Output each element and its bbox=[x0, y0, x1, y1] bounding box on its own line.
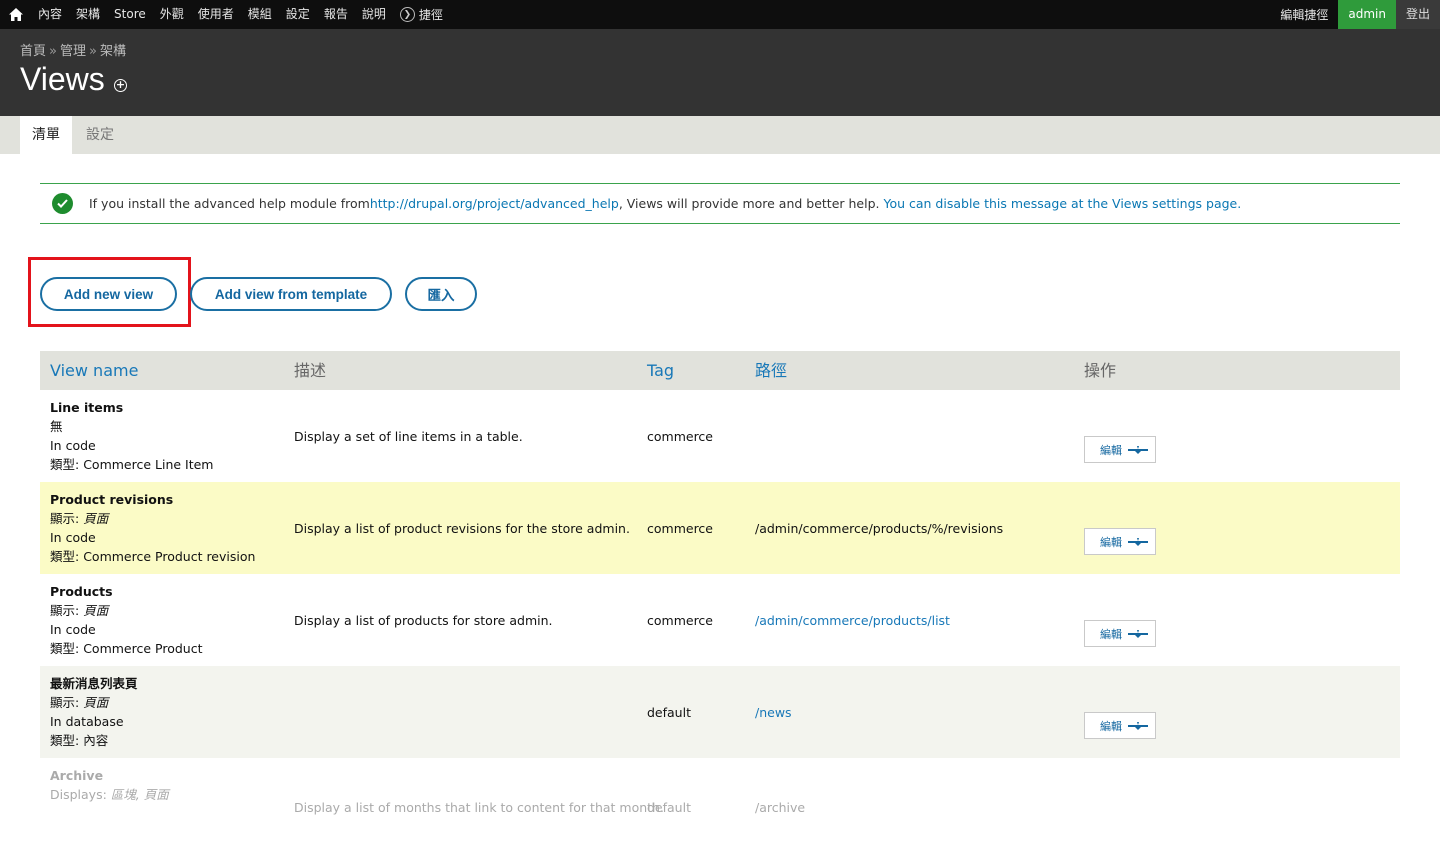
view-name-cell: Products 顯示: 頁面 In code 類型: Commerce Pro… bbox=[50, 582, 202, 658]
status-message: If you install the advanced help module … bbox=[40, 183, 1400, 224]
column-header-path[interactable]: 路徑 bbox=[755, 351, 787, 390]
view-path: /archive bbox=[755, 800, 806, 815]
toolbar-item-content[interactable]: 內容 bbox=[31, 0, 69, 29]
edit-label: 編輯 bbox=[1100, 535, 1122, 549]
edit-dropdown-button[interactable]: 編輯 bbox=[1084, 620, 1156, 647]
table-row: Line items 無 In code 類型: Commerce Line I… bbox=[40, 390, 1400, 482]
tab-list[interactable]: 清單 bbox=[20, 116, 72, 154]
view-name-cell: Line items 無 In code 類型: Commerce Line I… bbox=[50, 398, 214, 474]
view-display: 顯示: 頁面 bbox=[50, 695, 109, 710]
view-storage: In code bbox=[50, 530, 96, 545]
edit-dropdown-button[interactable]: 編輯 bbox=[1084, 436, 1156, 463]
shortcuts-label: 捷徑 bbox=[418, 8, 443, 22]
table-row: Archive Displays: 區塊, 頁面 Display a list … bbox=[40, 758, 1400, 850]
view-name: Archive bbox=[50, 768, 104, 783]
chevron-right-icon: ❯ bbox=[399, 7, 415, 22]
add-view-from-template-button[interactable]: Add view from template bbox=[190, 277, 392, 311]
breadcrumb: 首頁» 管理» 架構 bbox=[20, 44, 126, 59]
view-storage: In code bbox=[50, 438, 96, 453]
edit-label: 編輯 bbox=[1100, 443, 1122, 457]
edit-dropdown-button[interactable]: 編輯 bbox=[1084, 712, 1156, 739]
view-name-cell: 最新消息列表頁 顯示: 頁面 In database 類型: 內容 bbox=[50, 674, 138, 750]
page-header: 首頁» 管理» 架構 Views + bbox=[0, 29, 1440, 116]
view-path-link[interactable]: /admin/commerce/products/list bbox=[755, 613, 950, 628]
user-account-link[interactable]: admin bbox=[1338, 0, 1396, 29]
table-row: Product revisions 顯示: 頁面 In code 類型: Com… bbox=[40, 482, 1400, 574]
edit-label: 編輯 bbox=[1100, 627, 1122, 641]
view-tag: commerce bbox=[647, 612, 713, 628]
view-name: Products bbox=[50, 584, 113, 599]
shortcuts-toggle[interactable]: ❯ 捷徑 bbox=[393, 6, 450, 23]
table-row: 最新消息列表頁 顯示: 頁面 In database 類型: 內容 defaul… bbox=[40, 666, 1400, 758]
column-header-description: 描述 bbox=[294, 361, 327, 380]
view-path: /admin/commerce/products/%/revisions bbox=[755, 520, 1004, 536]
column-header-name[interactable]: View name bbox=[50, 351, 138, 390]
view-description: Display a list of months that link to co… bbox=[294, 800, 664, 815]
add-shortcut-icon[interactable]: + bbox=[114, 79, 127, 92]
view-tag: commerce bbox=[647, 428, 713, 444]
toolbar-item-modules[interactable]: 模組 bbox=[241, 0, 279, 29]
view-description: Display a set of line items in a table. bbox=[294, 428, 523, 444]
view-tag: default bbox=[647, 704, 691, 720]
dropdown-caret-icon[interactable] bbox=[1128, 537, 1148, 546]
message-text-2: , Views will provide more and better hel… bbox=[618, 196, 884, 211]
dropdown-caret-icon[interactable] bbox=[1128, 629, 1148, 638]
view-name: 最新消息列表頁 bbox=[50, 676, 138, 691]
admin-toolbar: 內容 架構 Store 外觀 使用者 模組 設定 報告 說明 ❯ 捷徑 編輯捷徑… bbox=[0, 0, 1440, 29]
table-header: View name 描述 Tag 路徑 操作 bbox=[40, 351, 1400, 390]
toolbar-item-reports[interactable]: 報告 bbox=[317, 0, 355, 29]
view-type: 類型: Commerce Product bbox=[50, 641, 203, 656]
view-description: Display a list of product revisions for … bbox=[294, 520, 630, 536]
view-type: 類型: Commerce Product revision bbox=[50, 549, 256, 564]
column-header-tag[interactable]: Tag bbox=[647, 351, 674, 390]
view-path-cell: /news bbox=[755, 666, 792, 758]
view-display: Displays: 區塊, 頁面 bbox=[50, 787, 169, 802]
edit-label: 編輯 bbox=[1100, 719, 1122, 733]
view-path-cell: /admin/commerce/products/list bbox=[755, 574, 950, 666]
views-table: View name 描述 Tag 路徑 操作 Line items 無 In c… bbox=[40, 351, 1400, 850]
view-storage: In database bbox=[50, 714, 124, 729]
view-name: Line items bbox=[50, 400, 124, 415]
logout-link[interactable]: 登出 bbox=[1395, 0, 1440, 29]
page-title: Views bbox=[20, 61, 105, 97]
view-storage: In code bbox=[50, 622, 96, 637]
dropdown-caret-icon[interactable] bbox=[1128, 445, 1148, 454]
toolbar-item-structure[interactable]: 架構 bbox=[69, 0, 107, 29]
import-button[interactable]: 匯入 bbox=[405, 277, 477, 311]
edit-dropdown-button[interactable]: 編輯 bbox=[1084, 528, 1156, 555]
view-display: 顯示: 頁面 bbox=[50, 603, 109, 618]
breadcrumb-structure[interactable]: 架構 bbox=[100, 44, 126, 59]
toolbar-item-store[interactable]: Store bbox=[107, 0, 153, 29]
toolbar-item-help[interactable]: 說明 bbox=[355, 0, 393, 29]
toolbar-item-appearance[interactable]: 外觀 bbox=[153, 0, 191, 29]
toolbar-item-configuration[interactable]: 設定 bbox=[279, 0, 317, 29]
breadcrumb-admin[interactable]: 管理 bbox=[60, 44, 86, 59]
view-tag: commerce bbox=[647, 520, 713, 536]
add-new-view-button[interactable]: Add new view bbox=[40, 277, 177, 311]
tab-settings[interactable]: 設定 bbox=[74, 116, 126, 154]
primary-tabs: 清單 設定 bbox=[0, 116, 1440, 154]
breadcrumb-home[interactable]: 首頁 bbox=[20, 44, 46, 59]
view-type: 類型: Commerce Line Item bbox=[50, 457, 214, 472]
view-name: Product revisions bbox=[50, 492, 174, 507]
home-icon[interactable] bbox=[0, 0, 31, 29]
view-name-cell: Archive Displays: 區塊, 頁面 bbox=[50, 766, 169, 804]
table-row: Products 顯示: 頁面 In code 類型: Commerce Pro… bbox=[40, 574, 1400, 666]
view-type: 類型: 內容 bbox=[50, 733, 109, 748]
toolbar-item-people[interactable]: 使用者 bbox=[191, 0, 241, 29]
message-text-1: If you install the advanced help module … bbox=[89, 196, 370, 211]
view-description: Display a list of products for store adm… bbox=[294, 612, 553, 628]
column-header-operations: 操作 bbox=[1084, 361, 1117, 380]
view-display: 無 bbox=[50, 419, 63, 434]
dropdown-caret-icon[interactable] bbox=[1128, 721, 1148, 730]
view-tag: default bbox=[647, 800, 691, 815]
view-path-link[interactable]: /news bbox=[755, 705, 792, 720]
check-icon bbox=[52, 193, 73, 214]
view-name-cell: Product revisions 顯示: 頁面 In code 類型: Com… bbox=[50, 490, 255, 566]
advanced-help-link[interactable]: http://drupal.org/project/advanced_help bbox=[370, 196, 619, 211]
view-display: 顯示: 頁面 bbox=[50, 511, 109, 526]
edit-shortcuts-link[interactable]: 編輯捷徑 bbox=[1270, 6, 1338, 23]
views-settings-link[interactable]: You can disable this message at the View… bbox=[883, 196, 1241, 211]
